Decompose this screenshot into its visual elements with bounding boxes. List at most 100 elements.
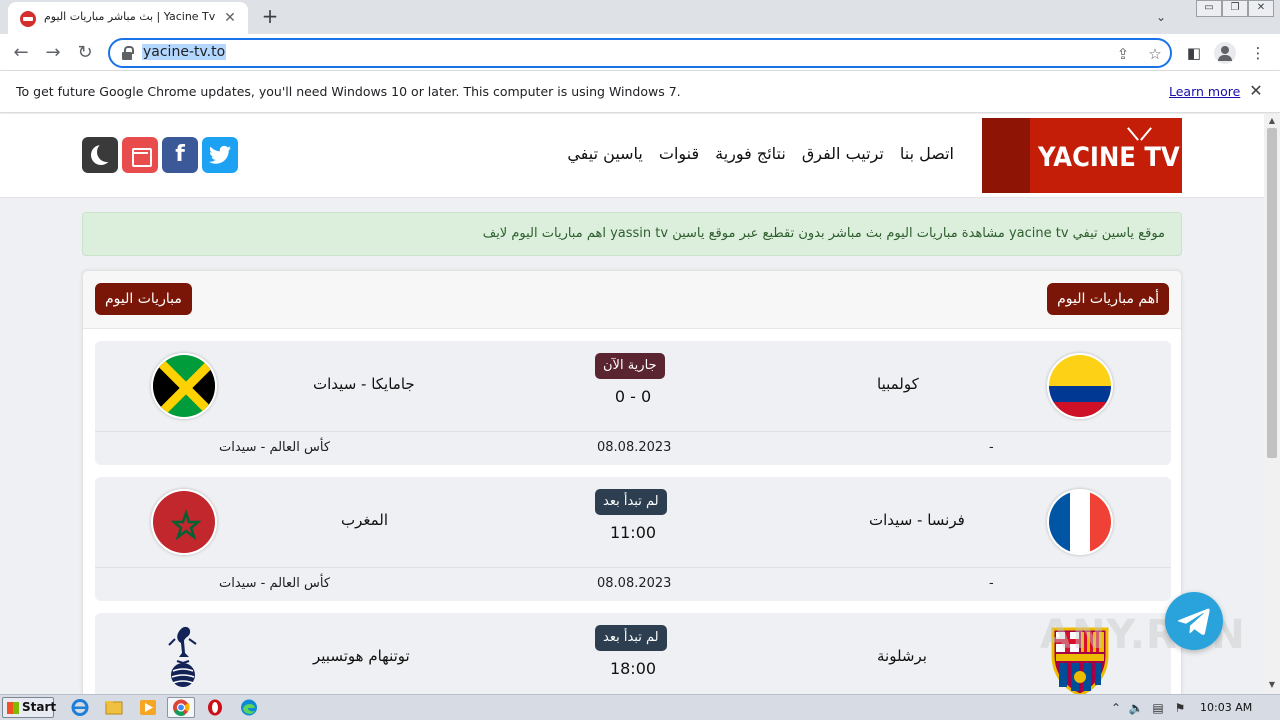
learn-more-link[interactable]: Learn more: [1169, 84, 1240, 99]
match-time: 18:00: [609, 659, 657, 678]
tottenham-crest-icon: [163, 623, 203, 693]
home-team-name: كولمبيا: [877, 375, 919, 393]
twitter-icon[interactable]: [202, 137, 238, 173]
top-matches-pill[interactable]: أهم مباريات اليوم: [1047, 283, 1169, 315]
nav-item-channels[interactable]: قنوات: [659, 144, 699, 163]
site-header: YACINE TV ياسين تيفي قنوات نتائج فورية ت…: [0, 114, 1264, 198]
chrome-taskbar-icon[interactable]: [167, 697, 195, 718]
social-links: f: [82, 137, 238, 173]
update-infobar: To get future Google Chrome updates, you…: [0, 71, 1280, 113]
match-card[interactable]: برشلونة لم تبدأ بعد 18:00 توتنهام هوتسبي…: [95, 613, 1171, 694]
lock-icon[interactable]: [122, 46, 134, 60]
match-footer: - 08.08.2023 كأس العالم - سيدات: [95, 431, 1171, 465]
edge-taskbar-icon[interactable]: [235, 697, 263, 718]
logo-text: YACINE TV: [1038, 142, 1180, 173]
colombia-flag-icon: [1047, 353, 1113, 419]
url-text[interactable]: yacine-tv.to: [142, 44, 227, 60]
match-time: 11:00: [609, 523, 657, 542]
close-tab-icon[interactable]: ✕: [220, 8, 240, 28]
match-main: فرنسا - سيدات لم تبدأ بعد 11:00 المغرب: [95, 477, 1171, 567]
morocco-flag-icon: [151, 489, 217, 555]
match-competition: كأس العالم - سيدات: [219, 440, 331, 455]
tab-title: Yacine Tv | بث مباشر مباريات اليوم: [44, 10, 216, 23]
restore-button[interactable]: ❐: [1222, 0, 1248, 17]
site-notice: موقع ياسين تيفي yacine tv مشاهدة مباريات…: [82, 212, 1182, 256]
nav-item-standings[interactable]: ترتيب الفرق: [802, 144, 884, 163]
back-arrow-icon[interactable]: ←: [8, 40, 34, 66]
tab-strip: Yacine Tv | بث مباشر مباريات اليوم ✕ + ⌄…: [0, 0, 1280, 34]
scroll-up-arrow-icon[interactable]: ▲: [1264, 114, 1280, 128]
close-infobar-icon[interactable]: ✕: [1246, 81, 1266, 101]
windows-taskbar: Start ⌃ 🔈 ▤ ⚑ 10:03 AM: [0, 694, 1280, 720]
match-score: 0 - 0: [614, 387, 652, 406]
profile-avatar-icon[interactable]: [1214, 42, 1236, 64]
away-team-name: جامايكا - سيدات: [313, 375, 415, 393]
ie-taskbar-icon[interactable]: [66, 697, 94, 718]
page-viewport: YACINE TV ياسين تيفي قنوات نتائج فورية ت…: [0, 114, 1264, 694]
match-channel: -: [989, 440, 994, 455]
match-date: 08.08.2023: [597, 576, 672, 591]
match-card[interactable]: فرنسا - سيدات لم تبدأ بعد 11:00 المغرب -…: [95, 477, 1171, 601]
panel-header: أهم مباريات اليوم مباريات اليوم: [83, 271, 1181, 329]
main-nav: ياسين تيفي قنوات نتائج فورية ترتيب الفرق…: [567, 144, 954, 163]
facebook-icon[interactable]: f: [162, 137, 198, 173]
tv-antenna-icon: [1130, 126, 1152, 140]
jamaica-flag-icon: [151, 353, 217, 419]
match-competition: كأس العالم - سيدات: [219, 576, 331, 591]
explorer-taskbar-icon[interactable]: [100, 697, 128, 718]
away-team-name: المغرب: [341, 511, 389, 529]
tab-search-chevron-icon[interactable]: ⌄: [1150, 7, 1172, 27]
bookmark-star-icon[interactable]: ☆: [1144, 43, 1166, 65]
nav-item-contact[interactable]: اتصل بنا: [900, 144, 954, 163]
address-bar[interactable]: yacine-tv.to ⇪ ☆: [108, 38, 1172, 68]
dark-mode-moon-icon[interactable]: [82, 137, 118, 173]
nav-item-yacine-tv[interactable]: ياسين تيفي: [567, 144, 643, 163]
forward-arrow-icon[interactable]: →: [40, 40, 66, 66]
match-footer: - 08.08.2023 كأس العالم - سيدات: [95, 567, 1171, 601]
tray-expand-icon[interactable]: ⌃: [1108, 700, 1124, 716]
site-logo[interactable]: YACINE TV: [982, 118, 1182, 193]
telegram-button[interactable]: [1165, 592, 1223, 650]
window-controls: ▭ ❐ ✕: [1196, 0, 1274, 18]
match-date: 08.08.2023: [597, 440, 672, 455]
scroll-thumb[interactable]: [1267, 128, 1277, 458]
side-panel-icon[interactable]: ◧: [1182, 41, 1206, 65]
new-tab-button[interactable]: +: [258, 5, 282, 29]
store-icon[interactable]: [122, 137, 158, 173]
france-flag-icon: [1047, 489, 1113, 555]
browser-toolbar: ← → ↻ yacine-tv.to ⇪ ☆ ◧ ⋮: [0, 34, 1280, 71]
nav-item-live-results[interactable]: نتائج فورية: [715, 144, 786, 163]
menu-kebab-icon[interactable]: ⋮: [1246, 41, 1270, 65]
home-team-name: فرنسا - سيدات: [869, 511, 965, 529]
match-status-badge: جارية الآن: [595, 353, 665, 379]
site-favicon-icon: [20, 11, 36, 27]
today-matches-pill[interactable]: مباريات اليوم: [95, 283, 192, 315]
start-button[interactable]: Start: [2, 697, 56, 718]
away-team-name: توتنهام هوتسبير: [313, 647, 410, 665]
volume-icon[interactable]: 🔈: [1128, 700, 1144, 716]
system-clock[interactable]: 10:03 AM: [1200, 701, 1252, 714]
infobar-message: To get future Google Chrome updates, you…: [16, 84, 681, 99]
opera-taskbar-icon[interactable]: [201, 697, 229, 718]
share-icon[interactable]: ⇪: [1112, 43, 1134, 65]
reload-icon[interactable]: ↻: [72, 40, 98, 66]
action-center-flag-icon[interactable]: ⚑: [1172, 700, 1188, 716]
system-tray: ⌃ 🔈 ▤ ⚑: [1104, 695, 1280, 720]
match-card[interactable]: كولمبيا جارية الآن 0 - 0 جامايكا - سيدات…: [95, 341, 1171, 465]
network-icon[interactable]: ▤: [1150, 700, 1166, 716]
notice-text: موقع ياسين تيفي yacine tv مشاهدة مباريات…: [482, 226, 1165, 241]
home-team-name: برشلونة: [877, 647, 927, 665]
close-window-button[interactable]: ✕: [1248, 0, 1274, 17]
telegram-icon: [1177, 608, 1210, 635]
media-player-taskbar-icon[interactable]: [134, 697, 162, 718]
match-channel: -: [989, 576, 994, 591]
match-status-badge: لم تبدأ بعد: [595, 489, 667, 515]
match-status-badge: لم تبدأ بعد: [595, 625, 667, 651]
match-main: برشلونة لم تبدأ بعد 18:00 توتنهام هوتسبي…: [95, 613, 1171, 694]
browser-tab[interactable]: Yacine Tv | بث مباشر مباريات اليوم ✕: [8, 2, 248, 34]
minimize-button[interactable]: ▭: [1196, 0, 1222, 17]
page-scrollbar[interactable]: ▲ ▼: [1264, 114, 1280, 694]
scroll-down-arrow-icon[interactable]: ▼: [1264, 678, 1280, 692]
matches-panel: أهم مباريات اليوم مباريات اليوم كولمبيا …: [82, 270, 1182, 694]
match-main: كولمبيا جارية الآن 0 - 0 جامايكا - سيدات: [95, 341, 1171, 431]
